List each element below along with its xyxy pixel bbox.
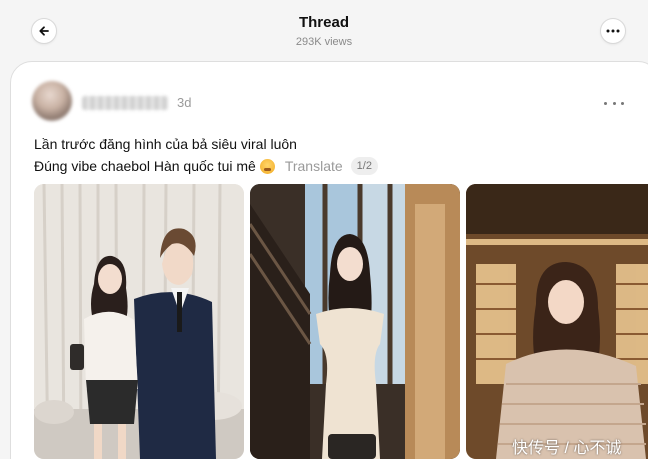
post-photo-3[interactable]	[466, 184, 648, 459]
photo-1-illustration	[34, 184, 244, 459]
avatar[interactable]	[32, 81, 72, 121]
watermark-text: 快传号 / 心不诚	[512, 440, 622, 457]
post-text-line-2-row: Đúng vibe chaebol Hàn quốc tui mê Transl…	[34, 157, 378, 175]
username-blurred[interactable]	[82, 96, 168, 110]
post-time: 3d	[177, 95, 192, 110]
page-title: Thread	[298, 14, 349, 31]
post-text-line-1: Lần trước đăng hình của bả siêu viral lu…	[34, 136, 297, 152]
more-horizontal-icon	[606, 29, 620, 33]
top-bar: Thread 293K views	[0, 0, 648, 60]
crying-face-emoji-icon	[259, 158, 275, 174]
dot-icon	[604, 101, 607, 105]
photo-3-illustration	[466, 184, 648, 459]
page-indicator: 1/2	[350, 157, 378, 175]
post-photo-1[interactable]	[34, 184, 244, 459]
post-text-line-2: Đúng vibe chaebol Hàn quốc tui mê	[34, 158, 256, 174]
dot-icon	[612, 101, 616, 105]
photo-2-illustration	[250, 184, 460, 459]
view-count: 293K views	[295, 36, 353, 48]
header-title-block: Thread 293K views	[0, 14, 648, 50]
post-more-button[interactable]	[604, 96, 624, 110]
translate-link[interactable]: Translate	[285, 157, 343, 175]
more-options-button[interactable]	[600, 18, 626, 44]
dot-icon	[621, 101, 624, 105]
post-photo-2[interactable]	[250, 184, 460, 459]
